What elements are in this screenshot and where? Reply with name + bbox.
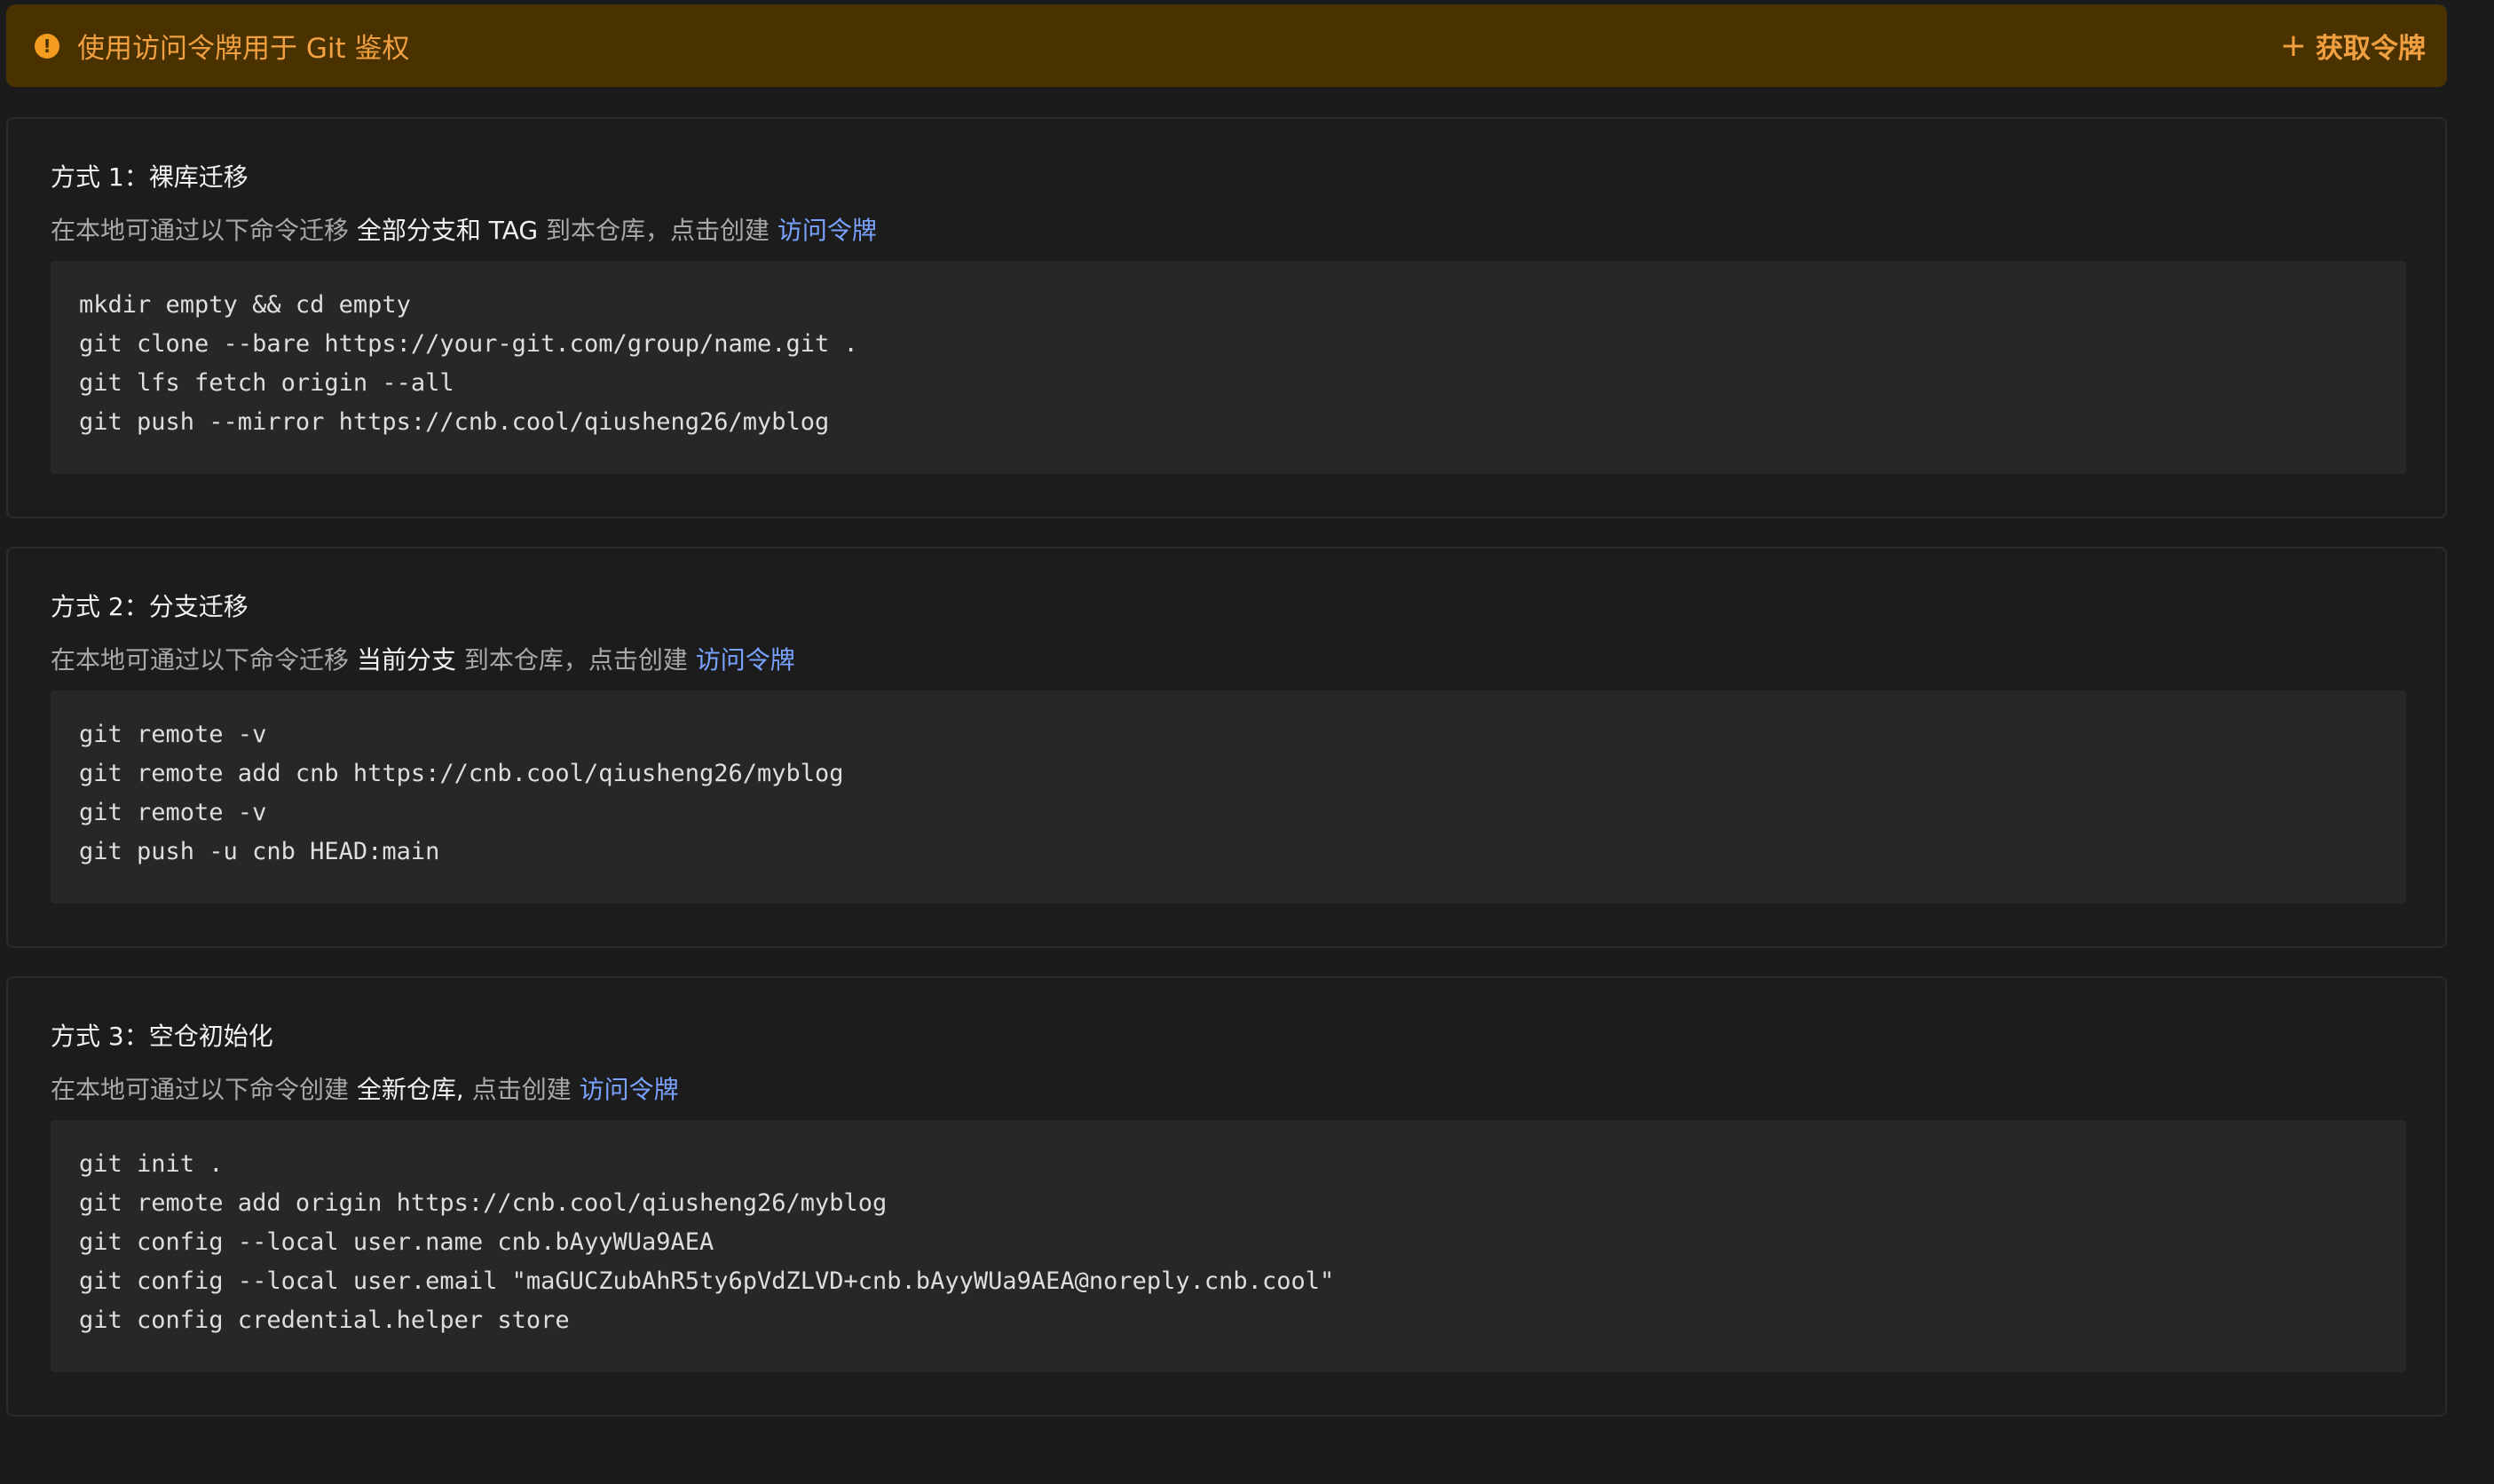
code-line: git config credential.helper store <box>79 1306 570 1334</box>
code-line: git clone --bare https://your-git.com/gr… <box>79 330 858 358</box>
method-card-bare-migration: 方式 1：裸库迁移 在本地可通过以下命令迁移 全部分支和 TAG 到本仓库，点击… <box>6 117 2447 518</box>
code-line: git remote add origin https://cnb.cool/q… <box>79 1189 888 1217</box>
code-line: git remote -v <box>79 799 267 826</box>
method-description: 在本地可通过以下命令迁移 当前分支 到本仓库，点击创建 访问令牌 <box>51 641 795 676</box>
access-token-link[interactable]: 访问令牌 <box>696 645 795 675</box>
method-title: 方式 3：空仓初始化 <box>51 1022 273 1051</box>
code-line: git lfs fetch origin --all <box>79 369 454 397</box>
code-line: git config --local user.email "maGUCZubA… <box>79 1267 1335 1295</box>
warning-circle-icon: ! <box>35 33 59 59</box>
method-description: 在本地可通过以下命令迁移 全部分支和 TAG 到本仓库，点击创建 访问令牌 <box>51 211 877 247</box>
banner-text: 使用访问令牌用于 Git 鉴权 <box>77 33 410 65</box>
access-token-link[interactable]: 访问令牌 <box>777 216 877 245</box>
migration-page: ! 使用访问令牌用于 Git 鉴权 + 获取令牌 方式 1：裸库迁移 在本地可通… <box>0 0 2494 1484</box>
desc-strong: 全新仓库, <box>356 1075 464 1104</box>
code-line: git push --mirror https://cnb.cool/qiush… <box>79 408 830 436</box>
code-line: git init . <box>79 1150 224 1178</box>
method-description: 在本地可通过以下命令创建 全新仓库, 点击创建 访问令牌 <box>51 1070 679 1106</box>
code-line: git remote -v <box>79 721 267 748</box>
method-card-branch-migration: 方式 2：分支迁移 在本地可通过以下命令迁移 当前分支 到本仓库，点击创建 访问… <box>6 547 2447 948</box>
desc-prefix: 在本地可通过以下命令创建 <box>51 1075 357 1104</box>
desc-prefix: 在本地可通过以下命令迁移 <box>51 645 357 675</box>
method-card-empty-init: 方式 3：空仓初始化 在本地可通过以下命令创建 全新仓库, 点击创建 访问令牌 … <box>6 976 2447 1417</box>
plus-icon: + <box>2279 27 2307 64</box>
desc-middle: 点击创建 <box>463 1075 580 1104</box>
method-title: 方式 1：裸库迁移 <box>51 162 249 192</box>
desc-strong: 全部分支和 TAG <box>356 216 539 245</box>
code-block[interactable]: mkdir empty && cd empty git clone --bare… <box>51 261 2406 474</box>
desc-middle: 到本仓库，点击创建 <box>538 216 777 245</box>
code-line: mkdir empty && cd empty <box>79 291 411 319</box>
token-banner: ! 使用访问令牌用于 Git 鉴权 + 获取令牌 <box>6 4 2447 87</box>
get-token-button[interactable]: + 获取令牌 <box>2280 26 2426 66</box>
code-block[interactable]: git remote -v git remote add cnb https:/… <box>51 691 2406 904</box>
code-block[interactable]: git init . git remote add origin https:/… <box>51 1120 2406 1372</box>
access-token-link[interactable]: 访问令牌 <box>580 1075 679 1104</box>
get-token-label: 获取令牌 <box>2316 33 2426 65</box>
code-line: git remote add cnb https://cnb.cool/qius… <box>79 760 844 787</box>
desc-prefix: 在本地可通过以下命令迁移 <box>51 216 357 245</box>
method-title: 方式 2：分支迁移 <box>51 592 249 621</box>
desc-middle: 到本仓库，点击创建 <box>455 645 696 675</box>
code-line: git config --local user.name cnb.bAyyWUa… <box>79 1228 714 1256</box>
desc-strong: 当前分支 <box>356 645 456 675</box>
code-line: git push -u cnb HEAD:main <box>79 838 440 865</box>
